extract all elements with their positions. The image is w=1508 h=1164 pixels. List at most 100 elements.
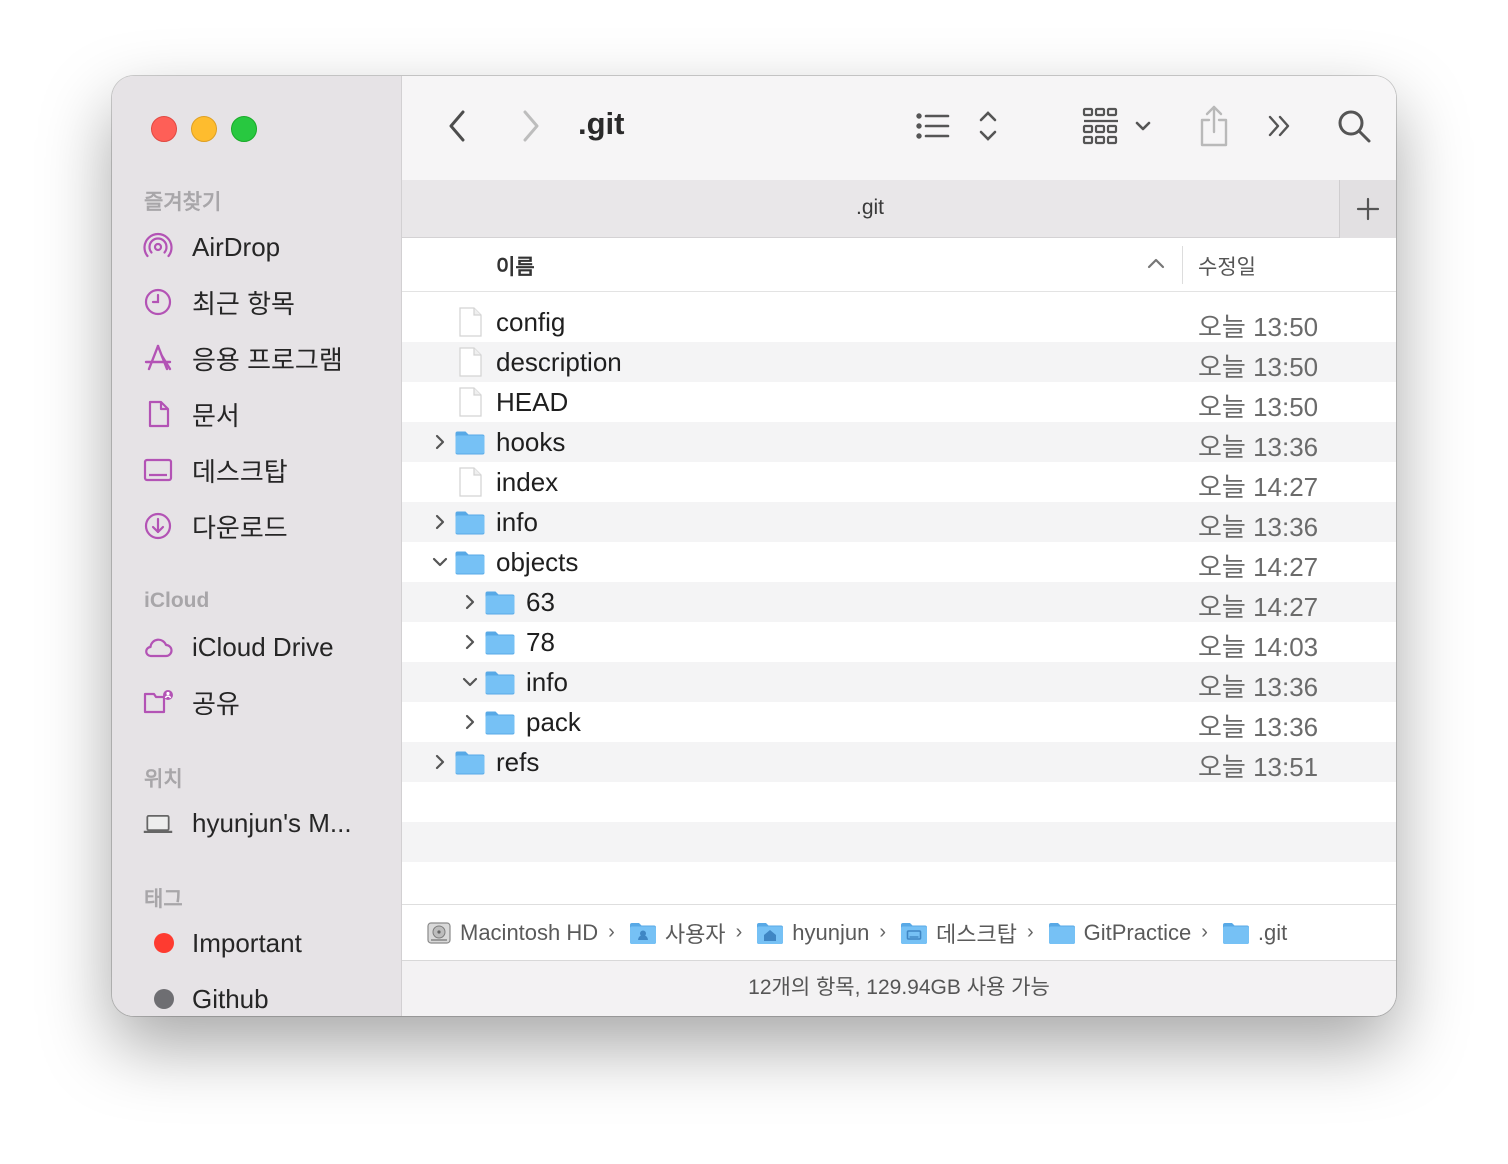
group-button[interactable] [1082,104,1158,148]
path-crumb-label: GitPractice [1083,919,1192,945]
file-row[interactable]: config 오늘 13:50 [402,302,1396,342]
file-modified-date: 오늘 13:36 [1198,432,1319,462]
sidebar-item-airdrop[interactable]: AirDrop [142,227,392,267]
home-folder-icon [756,920,792,946]
sidebar-item-icloud-drive[interactable]: iCloud Drive [142,627,392,667]
close-window-button[interactable] [151,116,177,142]
sidebar-item-label: Github [192,983,269,1014]
desktop-icon [142,450,182,490]
forward-button[interactable] [512,104,548,148]
sidebar-item-documents[interactable]: 문서 [142,394,392,434]
column-modified-header[interactable]: 수정일 [1198,251,1256,281]
sidebar-tag-github[interactable]: Github [142,979,392,1016]
chevron-right-icon[interactable] [430,512,450,532]
file-row[interactable]: pack 오늘 13:36 [402,702,1396,742]
file-name: hooks [496,427,566,457]
path-crumb-label: 데스크탑 [935,921,1017,947]
back-button[interactable] [440,104,476,148]
empty-row [402,782,1396,822]
path-crumb[interactable]: .git [1222,920,1287,946]
file-name: HEAD [496,387,569,417]
sidebar-tag-important[interactable]: Important [142,923,392,963]
path-crumb[interactable]: 사용자 [629,917,726,949]
sidebar-item-downloads[interactable]: 다운로드 [142,506,392,546]
folder-icon [484,626,516,658]
chevron-right-icon[interactable] [460,592,480,612]
path-crumb[interactable]: Macintosh HD [426,920,598,946]
column-name-header[interactable]: 이름 [496,251,535,281]
more-toolbar-button[interactable] [1264,104,1296,148]
plus-icon [1356,197,1380,221]
sidebar-item-label: 응용 프로그램 [192,344,343,375]
file-icon [454,306,486,338]
list-view-icon [916,111,997,141]
sidebar-item-shared[interactable]: 공유 [142,682,392,722]
folder-icon [454,506,486,538]
file-icon [454,466,486,498]
folder-icon [484,706,516,738]
red-tag-dot-icon [154,933,174,953]
status-bar: 12개의 항목, 129.94GB 사용 가능 [402,960,1396,1016]
folder-icon [454,546,486,578]
path-crumb[interactable]: GitPractice [1048,919,1192,946]
view-options-button[interactable] [914,104,1004,148]
path-crumb[interactable]: 데스크탑 [900,917,1017,949]
file-row[interactable]: info 오늘 13:36 [402,662,1396,702]
column-divider[interactable] [1182,246,1183,284]
clock-icon [142,282,182,322]
chevron-down-icon[interactable] [430,552,450,572]
new-tab-button[interactable] [1339,180,1396,238]
sidebar-item-desktop[interactable]: 데스크탑 [142,450,392,490]
file-row[interactable]: info 오늘 13:36 [402,502,1396,542]
file-modified-date: 오늘 13:50 [1198,312,1319,342]
folder-icon [484,586,516,618]
path-crumb-label: hyunjun [792,919,870,945]
file-row[interactable]: refs 오늘 13:51 [402,742,1396,782]
chevron-down-icon[interactable] [460,672,480,692]
zoom-window-button[interactable] [231,116,257,142]
folder-icon [1222,920,1258,946]
file-modified-date: 오늘 14:03 [1198,632,1319,662]
cloud-icon [142,627,182,667]
sidebar-item-macbook[interactable]: hyunjun's M... [142,803,392,843]
path-separator: › [879,921,886,943]
sidebar-item-applications[interactable]: 응용 프로그램 [142,338,392,378]
shared-folder-icon [142,682,182,722]
chevron-right-icon[interactable] [430,432,450,452]
file-name: info [526,667,568,697]
file-row[interactable]: description 오늘 13:50 [402,342,1396,382]
path-crumb-label: .git [1257,919,1288,945]
file-row[interactable]: objects 오늘 14:27 [402,542,1396,582]
file-modified-date: 오늘 13:36 [1198,512,1319,542]
file-row[interactable]: index 오늘 14:27 [402,462,1396,502]
share-icon [1200,105,1228,147]
file-modified-date: 오늘 13:36 [1198,672,1319,702]
file-modified-date: 오늘 13:36 [1198,712,1319,742]
empty-row [402,822,1396,862]
tab-bar: .git [402,180,1396,238]
file-name: 78 [526,627,555,657]
minimize-window-button[interactable] [191,116,217,142]
chevron-right-icon[interactable] [460,712,480,732]
chevron-double-right-icon [1268,115,1290,137]
download-icon [142,506,182,546]
file-row[interactable]: hooks 오늘 13:36 [402,422,1396,462]
share-button[interactable] [1194,104,1234,148]
tab-git[interactable]: .git [402,196,1338,220]
chevron-right-icon[interactable] [460,632,480,652]
sidebar-item-recents[interactable]: 최근 항목 [142,282,392,322]
file-row[interactable]: 63 오늘 14:27 [402,582,1396,622]
path-separator: › [1026,921,1034,943]
file-row[interactable]: HEAD 오늘 13:50 [402,382,1396,422]
path-crumb[interactable]: hyunjun [756,920,869,946]
file-name: description [496,347,622,377]
chevron-right-icon[interactable] [430,752,450,772]
finder-window: 즐겨찾기 AirDrop 최근 항목 응용 프로그램 문서 데스크탑 다운로드 … [112,76,1396,1016]
search-button[interactable] [1334,104,1374,148]
users-folder-icon [629,920,665,946]
file-row[interactable]: 78 오늘 14:03 [402,622,1396,662]
file-name: index [496,467,559,497]
sidebar-item-label: 다운로드 [192,512,288,543]
gray-tag-dot-icon [154,989,174,1009]
applications-icon [142,338,182,378]
